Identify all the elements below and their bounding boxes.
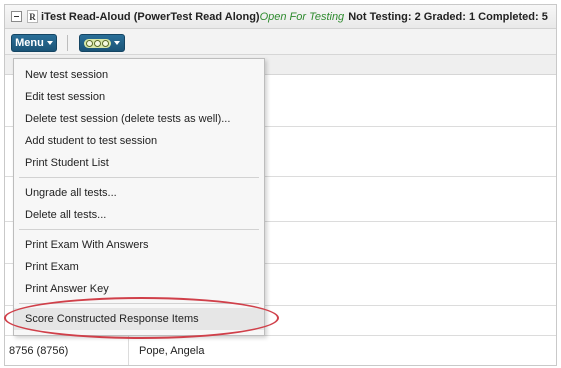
- read-aloud-icon: R: [27, 10, 38, 23]
- menu-item-print-exam-with-answers[interactable]: Print Exam With Answers: [14, 234, 264, 256]
- status-light-icon: [94, 39, 101, 47]
- menu-button[interactable]: Menu: [11, 34, 57, 52]
- status-lights-button[interactable]: [79, 34, 125, 52]
- menu-item-delete-all-tests[interactable]: Delete all tests...: [14, 204, 264, 226]
- status-light-icon: [102, 39, 109, 47]
- session-status: Open For Testing: [259, 10, 345, 23]
- toolbar-separator: [67, 35, 68, 51]
- chevron-down-icon: [114, 41, 120, 45]
- panel-titlebar: R iTest Read-Aloud (PowerTest Read Along…: [5, 5, 556, 29]
- session-counts: Not Testing: 2 Graded: 1 Completed: 5: [348, 10, 548, 23]
- menu-item-delete-test-session[interactable]: Delete test session (delete tests as wel…: [14, 108, 264, 130]
- menu-item-ungrade-all-tests[interactable]: Ungrade all tests...: [14, 182, 264, 204]
- menu-separator: [19, 229, 259, 230]
- session-title: iTest Read-Aloud (PowerTest Read Along): [41, 10, 260, 23]
- test-session-panel: R iTest Read-Aloud (PowerTest Read Along…: [4, 4, 557, 366]
- menu-item-score-constructed-response[interactable]: Score Constructed Response Items: [14, 308, 264, 330]
- table-row[interactable]: 8756 (8756) Pope, Angela: [5, 336, 556, 366]
- collapse-icon[interactable]: [11, 11, 22, 22]
- menu-separator: [19, 177, 259, 178]
- menu-item-print-student-list[interactable]: Print Student List: [14, 152, 264, 174]
- dropdown-menu: New test session Edit test session Delet…: [13, 58, 265, 336]
- menu-item-new-test-session[interactable]: New test session: [14, 64, 264, 86]
- toolbar: Menu: [5, 29, 556, 55]
- menu-item-print-answer-key[interactable]: Print Answer Key: [14, 278, 264, 300]
- status-light-icon: [86, 39, 93, 47]
- menu-item-print-exam[interactable]: Print Exam: [14, 256, 264, 278]
- menu-button-label: Menu: [15, 37, 44, 49]
- student-name: Pope, Angela: [139, 345, 205, 357]
- student-id: 8756 (8756): [9, 345, 69, 357]
- traffic-lights-icon: [84, 38, 111, 48]
- menu-item-edit-test-session[interactable]: Edit test session: [14, 86, 264, 108]
- menu-item-add-student[interactable]: Add student to test session: [14, 130, 264, 152]
- menu-separator: [19, 303, 259, 304]
- chevron-down-icon: [46, 41, 53, 45]
